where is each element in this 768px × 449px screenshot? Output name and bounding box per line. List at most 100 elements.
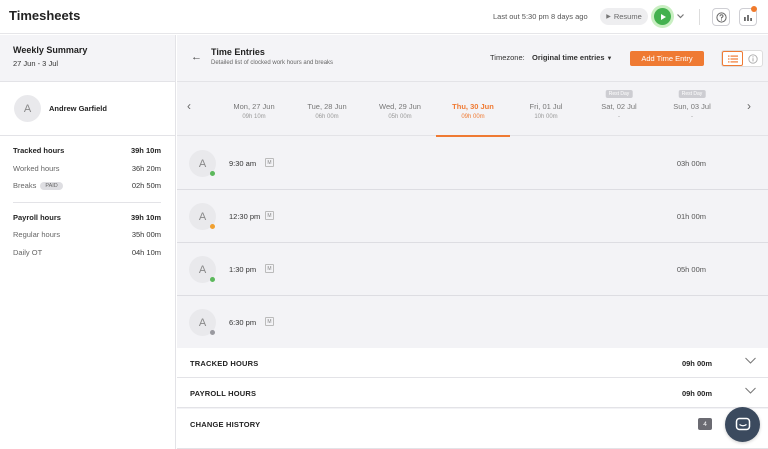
tracked-hours-total-value: 09h 00m <box>681 359 712 368</box>
breaks-row: Breaks PAID 02h 50m <box>13 177 161 195</box>
payroll-hours-label: Payroll hours <box>13 212 61 222</box>
time-entry-row[interactable]: A 1:30 pm M 05h 00m <box>177 243 768 296</box>
tracked-hours-total-label: TRACKED HOURS <box>190 359 259 368</box>
entry-time: 9:30 am <box>229 159 257 168</box>
time-entries-subtitle: Detailed list of clocked work hours and … <box>211 60 334 66</box>
chevron-down-icon[interactable] <box>745 387 756 396</box>
summary-stats: Tracked hours 39h 10m Worked hours 36h 2… <box>0 136 175 261</box>
payroll-hours-total-value: 09h 00m <box>681 389 712 398</box>
time-entries-header: ← Time Entries Detailed list of clocked … <box>177 35 768 82</box>
change-count-badge: 4 <box>698 418 712 430</box>
timezone-value: Original time entries <box>532 53 605 62</box>
day-tab[interactable]: Rest Day Sat, 02 Jul - <box>582 82 656 136</box>
previous-week-icon[interactable]: ‹ <box>187 99 191 113</box>
entry-time: 6:30 pm <box>229 318 257 327</box>
user-name: Andrew Garfield <box>49 104 107 113</box>
entry-duration: 03h 00m <box>676 159 706 168</box>
info-view-button[interactable] <box>743 51 762 66</box>
status-dot <box>210 277 215 282</box>
caret-down-icon: ▼ <box>606 56 613 62</box>
day-tab[interactable]: Wed, 29 Jun 05h 00m <box>363 82 437 136</box>
day-hours: 09h 10m <box>242 114 266 120</box>
worked-hours-value: 36h 20m <box>131 163 161 173</box>
add-time-entry-button[interactable]: Add Time Entry <box>630 51 704 66</box>
play-icon <box>654 8 671 25</box>
weekly-summary-title: Weekly Summary <box>13 45 88 55</box>
day-tab[interactable]: Thu, 30 Jun 09h 00m <box>436 82 510 137</box>
timezone-select[interactable]: Original time entries ▼ <box>532 53 612 62</box>
payroll-hours-row: Payroll hours 39h 10m <box>13 209 161 227</box>
divider <box>699 9 700 25</box>
help-icon <box>715 11 727 23</box>
day-tab[interactable]: Rest Day Sun, 03 Jul - <box>655 82 729 136</box>
day-name: Mon, 27 Jun <box>233 102 275 111</box>
tracked-hours-row: Tracked hours 39h 10m <box>13 142 161 160</box>
list-view-button[interactable] <box>722 51 743 66</box>
day-hours: 05h 00m <box>388 114 412 120</box>
tracked-hours-value: 39h 10m <box>130 146 161 156</box>
day-hours: - <box>618 114 620 120</box>
activity-icon <box>744 15 752 21</box>
chat-support-button[interactable] <box>725 407 760 442</box>
day-tab[interactable]: Mon, 27 Jun 09h 10m <box>217 82 291 136</box>
resume-label: Resume <box>613 12 642 21</box>
day-hours: 09h 00m <box>461 114 485 120</box>
time-entries-title: Time Entries <box>211 47 265 57</box>
payroll-hours-total-label: PAYROLL HOURS <box>190 389 257 398</box>
day-name: Fri, 01 Jul <box>529 102 563 111</box>
clock-in-play-button[interactable] <box>651 5 674 28</box>
status-dot <box>210 224 215 229</box>
tracked-hours-total-row[interactable]: TRACKED HOURS 09h 00m <box>177 348 768 378</box>
chevron-down-icon[interactable] <box>677 12 684 21</box>
top-bar: Timesheets Last out 5:30 pm 8 days ago ▶… <box>0 0 768 34</box>
weekly-summary-panel: Weekly Summary 27 Jun - 3 Jul A Andrew G… <box>0 35 176 449</box>
daily-ot-row: Daily OT 04h 10m <box>13 244 161 262</box>
payroll-group: Payroll hours 39h 10m Regular hours 35h … <box>13 203 161 262</box>
daily-ot-value: 04h 10m <box>131 247 161 257</box>
day-tab[interactable]: Tue, 28 Jun 06h 00m <box>290 82 364 136</box>
worked-hours-label: Worked hours <box>13 163 60 173</box>
info-icon <box>747 53 758 64</box>
daily-ot-label: Daily OT <box>13 247 43 257</box>
time-entry-row[interactable]: A 9:30 am M 03h 00m <box>177 137 768 190</box>
change-history-row[interactable]: CHANGE HISTORY 4 <box>177 409 768 449</box>
regular-hours-row: Regular hours 35h 00m <box>13 226 161 244</box>
rest-day-badge: Rest Day <box>605 90 633 98</box>
play-small-icon: ▶ <box>606 14 611 20</box>
weekly-summary-header: Weekly Summary 27 Jun - 3 Jul <box>0 35 175 82</box>
day-tab[interactable]: Fri, 01 Jul 10h 00m <box>509 82 583 136</box>
list-icon <box>727 55 738 62</box>
day-hours: - <box>691 114 693 120</box>
next-week-icon[interactable]: › <box>747 99 751 113</box>
time-entry-row[interactable]: A 6:30 pm M <box>177 296 768 349</box>
week-range: 27 Jun - 3 Jul <box>13 59 59 68</box>
tracked-group: Tracked hours 39h 10m Worked hours 36h 2… <box>13 136 161 203</box>
breaks-label: Breaks <box>13 181 37 191</box>
entry-duration: 05h 00m <box>676 265 706 274</box>
regular-hours-label: Regular hours <box>13 230 61 240</box>
user-row: A Andrew Garfield <box>0 82 175 136</box>
resume-button[interactable]: ▶ Resume <box>600 8 648 25</box>
status-dot <box>210 171 215 176</box>
view-toggle <box>721 50 763 67</box>
manual-entry-badge: M <box>265 264 274 273</box>
payroll-hours-value: 39h 10m <box>130 212 161 222</box>
chat-icon <box>735 417 750 430</box>
chevron-down-icon[interactable] <box>745 357 756 366</box>
payroll-hours-total-row[interactable]: PAYROLL HOURS 09h 00m <box>177 378 768 408</box>
worked-hours-row: Worked hours 36h 20m <box>13 160 161 178</box>
help-button[interactable] <box>712 8 730 26</box>
day-name: Thu, 30 Jun <box>452 102 494 111</box>
notification-dot <box>751 6 757 12</box>
time-entry-row[interactable]: A 12:30 pm M 01h 00m <box>177 190 768 243</box>
back-arrow-icon[interactable]: ← <box>191 51 202 63</box>
last-out-status: Last out 5:30 pm 8 days ago <box>493 12 588 21</box>
paid-badge: PAID <box>40 182 63 191</box>
breaks-value: 02h 50m <box>131 181 161 191</box>
manual-entry-badge: M <box>265 317 274 326</box>
manual-entry-badge: M <box>265 158 274 167</box>
app-title: Timesheets <box>9 8 81 23</box>
day-name: Wed, 29 Jun <box>379 102 421 111</box>
day-name: Sat, 02 Jul <box>601 102 637 111</box>
day-name: Tue, 28 Jun <box>307 102 347 111</box>
